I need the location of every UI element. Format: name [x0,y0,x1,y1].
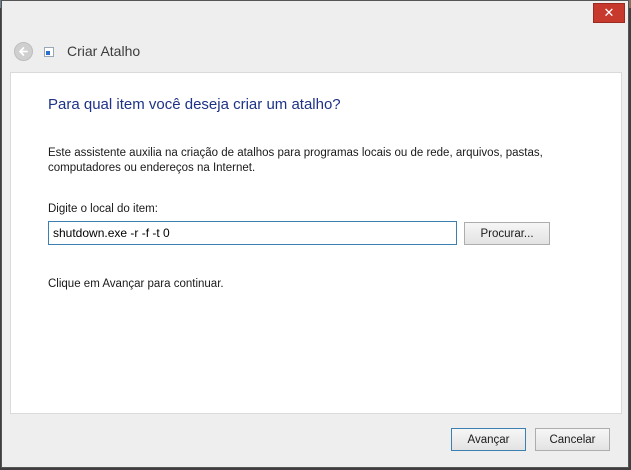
page-description: Este assistente auxilia na criação de at… [48,147,543,174]
window-title: Criar Atalho [67,43,141,59]
wizard-footer: Avançar Cancelar [2,414,628,468]
location-field-label: Digite o local do item: [48,203,158,215]
wizard-content-panel: Para qual item você deseja criar um atal… [10,72,622,414]
continue-hint: Clique em Avançar para continuar. [48,278,224,290]
location-input[interactable] [48,221,457,245]
shortcut-app-icon [44,47,54,57]
page-heading: Para qual item você deseja criar um atal… [48,96,341,113]
create-shortcut-dialog: ✕ Criar Atalho Para qual item você desej… [1,0,629,468]
browse-button[interactable]: Procurar... [464,222,550,245]
back-arrow-icon [19,47,28,56]
wizard-nav-bar: Criar Atalho [2,31,628,71]
back-button[interactable] [14,42,33,61]
close-icon: ✕ [603,5,615,21]
next-button[interactable]: Avançar [451,428,526,451]
close-button[interactable]: ✕ [593,3,625,23]
cancel-button[interactable]: Cancelar [535,428,610,451]
